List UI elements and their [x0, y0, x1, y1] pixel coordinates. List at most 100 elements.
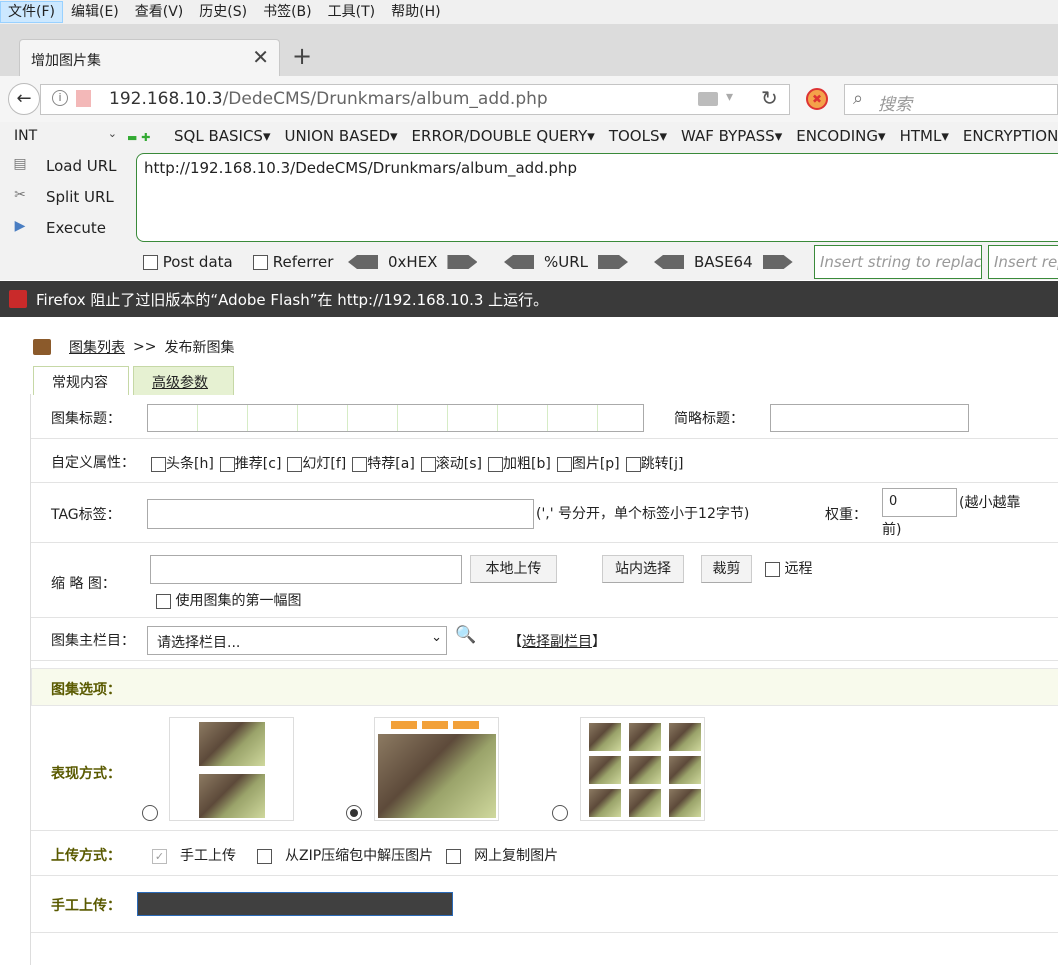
- close-tab-icon[interactable]: ✕: [252, 45, 269, 69]
- post-data-checkbox[interactable]: Post data: [143, 253, 233, 271]
- crop-button[interactable]: 裁剪: [701, 555, 752, 583]
- short-title-input[interactable]: [770, 404, 969, 432]
- url-decode-arrow-icon[interactable]: [504, 255, 534, 269]
- info-icon[interactable]: i: [52, 90, 68, 106]
- attr-p-box[interactable]: [556, 456, 572, 472]
- menu-bookmarks[interactable]: 书签(B): [255, 1, 320, 23]
- title-input[interactable]: [147, 404, 644, 432]
- display-radio-3[interactable]: [552, 805, 568, 821]
- int-select[interactable]: INT ⌄: [11, 127, 119, 147]
- reload-icon[interactable]: ↻: [761, 86, 778, 110]
- new-tab-icon[interactable]: +: [292, 42, 312, 70]
- attr-s[interactable]: 滚动[s]: [420, 453, 482, 473]
- url-text[interactable]: 192.168.10.3/DedeCMS/Drunkmars/album_add…: [109, 89, 548, 109]
- base64-decode-arrow-icon[interactable]: [654, 255, 684, 269]
- weight-input[interactable]: 0: [882, 488, 957, 517]
- base64-encode-arrow-icon[interactable]: [762, 255, 793, 269]
- attr-f-box[interactable]: [287, 456, 303, 472]
- menu-encoding[interactable]: ENCODING▾: [796, 127, 885, 145]
- menu-tools-hb-label: TOOLS: [608, 127, 660, 145]
- manual-upload-input[interactable]: [137, 892, 453, 916]
- tab-advanced[interactable]: 高级参数: [133, 366, 234, 395]
- block-icon[interactable]: ✖: [806, 88, 828, 110]
- display-radio-1[interactable]: [142, 805, 158, 821]
- insert-replacement-input[interactable]: Insert rep: [988, 245, 1058, 279]
- attr-c-box[interactable]: [219, 456, 235, 472]
- sample-photo: [629, 756, 661, 784]
- site-select-button[interactable]: 站内选择: [602, 555, 684, 583]
- attr-a[interactable]: 特荐[a]: [352, 453, 415, 473]
- menu-file[interactable]: 文件(F): [0, 1, 63, 23]
- hex-decode-arrow-icon[interactable]: [348, 255, 378, 269]
- back-arrow-icon[interactable]: ←: [8, 83, 40, 115]
- display-radio-2[interactable]: [346, 805, 362, 821]
- upload-manual-option[interactable]: ✓ 手工上传: [152, 845, 257, 865]
- upload-zip-box[interactable]: [257, 848, 272, 864]
- menu-html[interactable]: HTML▾: [900, 127, 949, 145]
- menu-tools-hb[interactable]: TOOLS▾: [609, 127, 667, 145]
- main-col-select[interactable]: 请选择栏目... ⌄: [147, 626, 447, 655]
- menu-sql-basics[interactable]: SQL BASICS▾: [174, 127, 270, 145]
- menu-tools[interactable]: 工具(T): [320, 1, 383, 23]
- attr-h-box[interactable]: [151, 456, 166, 472]
- menu-error-double[interactable]: ERROR/DOUBLE QUERY▾: [412, 127, 595, 145]
- dropdown-arrow-icon[interactable]: ▾: [726, 89, 733, 105]
- search-box[interactable]: ⌕ 搜索: [844, 84, 1058, 115]
- tag-input[interactable]: [147, 499, 534, 529]
- menu-union-based[interactable]: UNION BASED▾: [284, 127, 397, 145]
- attr-c[interactable]: 推荐[c]: [219, 453, 281, 473]
- hex-encode-arrow-icon[interactable]: [447, 255, 478, 269]
- attr-h[interactable]: 头条[h]: [151, 453, 214, 473]
- post-data-box[interactable]: [143, 255, 158, 270]
- referrer-checkbox[interactable]: Referrer: [253, 253, 333, 271]
- url-bar[interactable]: i 192.168.10.3/DedeCMS/Drunkmars/album_a…: [40, 84, 790, 115]
- upload-zip-option[interactable]: 从ZIP压缩包中解压图片: [257, 845, 446, 865]
- attr-j[interactable]: 跳转[j]: [625, 453, 683, 473]
- load-url-button[interactable]: ▤ Load URL: [10, 156, 116, 176]
- upload-manual-box[interactable]: ✓: [152, 848, 167, 864]
- magnifier-icon[interactable]: 🔍: [455, 625, 476, 645]
- attr-s-box[interactable]: [420, 456, 436, 472]
- menu-help[interactable]: 帮助(H): [383, 1, 448, 23]
- url-encoder: %URL: [504, 253, 629, 271]
- tab-general[interactable]: 常规内容: [33, 366, 129, 395]
- zoom-buttons[interactable]: ▬ ✚: [127, 131, 150, 144]
- attr-j-box[interactable]: [625, 456, 641, 472]
- use-first-checkbox[interactable]: 使用图集的第一幅图: [156, 590, 301, 610]
- plus-icon[interactable]: ✚: [141, 131, 150, 144]
- split-url-button[interactable]: ✂ Split URL: [10, 187, 114, 207]
- crumb-album-list-link[interactable]: 图集列表: [69, 337, 125, 357]
- sample-photo: [669, 723, 701, 751]
- url-encode-arrow-icon[interactable]: [598, 255, 629, 269]
- insert-string-input[interactable]: Insert string to replace: [814, 245, 982, 279]
- hackbar-url-textarea[interactable]: http://192.168.10.3/DedeCMS/Drunkmars/al…: [136, 153, 1058, 242]
- hex-encoder: 0xHEX: [348, 253, 478, 271]
- execute-button[interactable]: ▶ Execute: [10, 218, 106, 238]
- menu-history[interactable]: 历史(S): [191, 1, 255, 23]
- thumb-input[interactable]: [150, 555, 462, 584]
- attr-b[interactable]: 加粗[b]: [488, 453, 551, 473]
- referrer-box[interactable]: [253, 255, 268, 270]
- menu-view[interactable]: 查看(V): [127, 1, 192, 23]
- upload-web-option[interactable]: 网上复制图片: [446, 845, 558, 865]
- upload-web-box[interactable]: [446, 848, 462, 864]
- weight-hint-1: (越小越靠: [959, 495, 1021, 511]
- use-first-box[interactable]: [156, 593, 171, 609]
- local-upload-button[interactable]: 本地上传: [470, 555, 557, 583]
- browser-tab[interactable]: 增加图片集 ✕: [19, 39, 280, 77]
- sub-column-link[interactable]: 【选择副栏目】: [508, 631, 606, 651]
- remote-checkbox[interactable]: 远程: [765, 558, 812, 578]
- menu-edit[interactable]: 编辑(E): [63, 1, 127, 23]
- attr-label: 自定义属性：: [51, 455, 135, 471]
- chevron-down-icon: ⌄: [107, 127, 117, 140]
- attr-f[interactable]: 幻灯[f]: [287, 453, 346, 473]
- menu-waf-bypass[interactable]: WAF BYPASS▾: [681, 127, 782, 145]
- drive-icon[interactable]: [698, 92, 718, 106]
- menu-encryption[interactable]: ENCRYPTION▾: [963, 127, 1058, 145]
- attr-a-box[interactable]: [352, 456, 368, 472]
- minus-icon[interactable]: ▬: [127, 131, 137, 144]
- attr-b-box[interactable]: [488, 456, 504, 472]
- attr-p[interactable]: 图片[p]: [556, 453, 620, 473]
- url-host: 192.168.10.3: [109, 89, 223, 109]
- remote-box[interactable]: [765, 561, 780, 577]
